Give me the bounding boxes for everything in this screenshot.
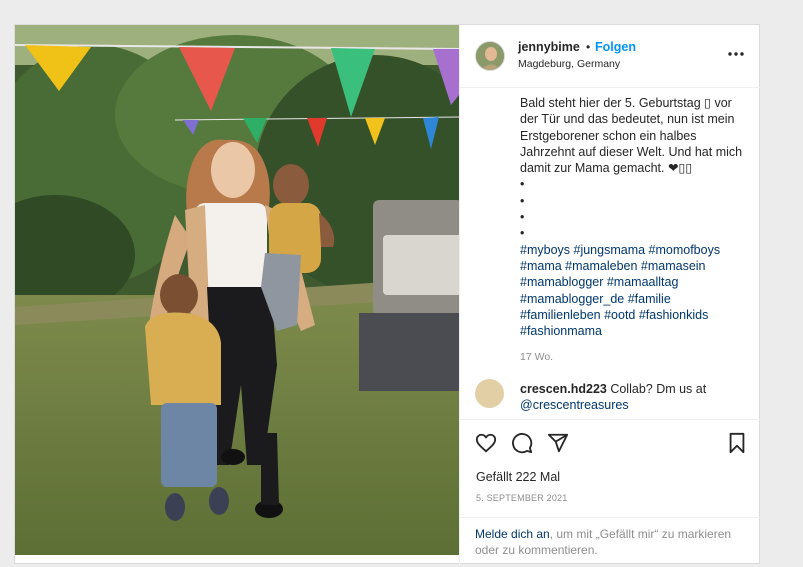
caption-bullet: • — [520, 177, 525, 192]
comment-mention[interactable]: @crescentreasures — [520, 398, 629, 412]
hashtags[interactable]: #mamablogger_de #familie — [520, 291, 750, 307]
caption-line: Jahrzehnt auf dieser Welt. Und hat mich — [520, 144, 743, 159]
caption-line: der Tür und das bedeutet, nun ist mein — [520, 112, 735, 127]
avatar-image — [476, 42, 504, 70]
post-photo-image — [15, 25, 459, 555]
more-options-icon[interactable] — [727, 44, 745, 62]
follow-button[interactable]: Folgen — [595, 40, 636, 54]
comment-text: crescen.hd223 Collab? Dm us at @crescent… — [520, 381, 750, 413]
login-prompt-text: oder zu kommentieren. — [475, 543, 598, 557]
caption-bullet: • — [520, 226, 525, 241]
login-link[interactable]: Melde dich an — [475, 527, 550, 541]
post-photo[interactable] — [15, 25, 459, 555]
caption-line: damit zur Mama gemacht. ❤▯▯ — [520, 161, 693, 176]
login-prompt-text: , um mit „Gefällt mir“ zu markieren — [549, 527, 732, 541]
caption: Bald steht hier der 5. Geburtstag ▯ vor … — [520, 88, 750, 366]
bookmark-icon[interactable] — [726, 432, 748, 454]
avatar[interactable] — [475, 41, 505, 71]
share-icon[interactable] — [547, 432, 569, 454]
caption-clipped-line — [520, 88, 750, 91]
caption-line: Bald steht hier der 5. Geburtstag ▯ vor — [520, 96, 732, 110]
caption-bullet: • — [520, 193, 525, 208]
heart-icon[interactable] — [475, 432, 497, 454]
post-date: 5. SEPTEMBER 2021 — [476, 493, 568, 503]
commenter-username[interactable]: crescen.hd223 — [520, 382, 607, 396]
post-header: jennybime • Folgen Magdeburg, Germany — [460, 25, 761, 88]
username[interactable]: jennybime — [518, 40, 580, 54]
hashtags[interactable]: #myboys #jungsmama #momofboys — [520, 242, 750, 258]
likes-count[interactable]: Gefällt 222 Mal — [476, 470, 560, 484]
post-modal: jennybime • Folgen Magdeburg, Germany Ba… — [14, 24, 762, 567]
caption-age[interactable]: 17 Wo. — [520, 349, 750, 365]
commenter-avatar[interactable] — [475, 379, 504, 408]
login-prompt: Melde dich an, um mit „Gefällt mir“ zu m… — [460, 517, 762, 567]
caption-line: Erstgeborener schon ein halbes — [520, 128, 697, 143]
post-sidebar: jennybime • Folgen Magdeburg, Germany Ba… — [459, 25, 762, 567]
header-separator: • — [586, 40, 591, 54]
hashtags[interactable]: #mamablogger #mamaalltag — [520, 274, 750, 290]
hashtags[interactable]: #fashionmama — [520, 323, 750, 339]
caption-bullet: • — [520, 210, 525, 225]
action-bar — [460, 419, 762, 465]
comments-list[interactable]: Bald steht hier der 5. Geburtstag ▯ vor … — [460, 88, 762, 419]
hashtags[interactable]: #familienleben #ootd #fashionkids — [520, 307, 750, 323]
hashtags[interactable]: #mama #mamaleben #mamasein — [520, 258, 750, 274]
comment-icon[interactable] — [511, 432, 533, 454]
location-link[interactable]: Magdeburg, Germany — [518, 58, 620, 70]
comment-body: Collab? Dm us at — [606, 382, 707, 396]
